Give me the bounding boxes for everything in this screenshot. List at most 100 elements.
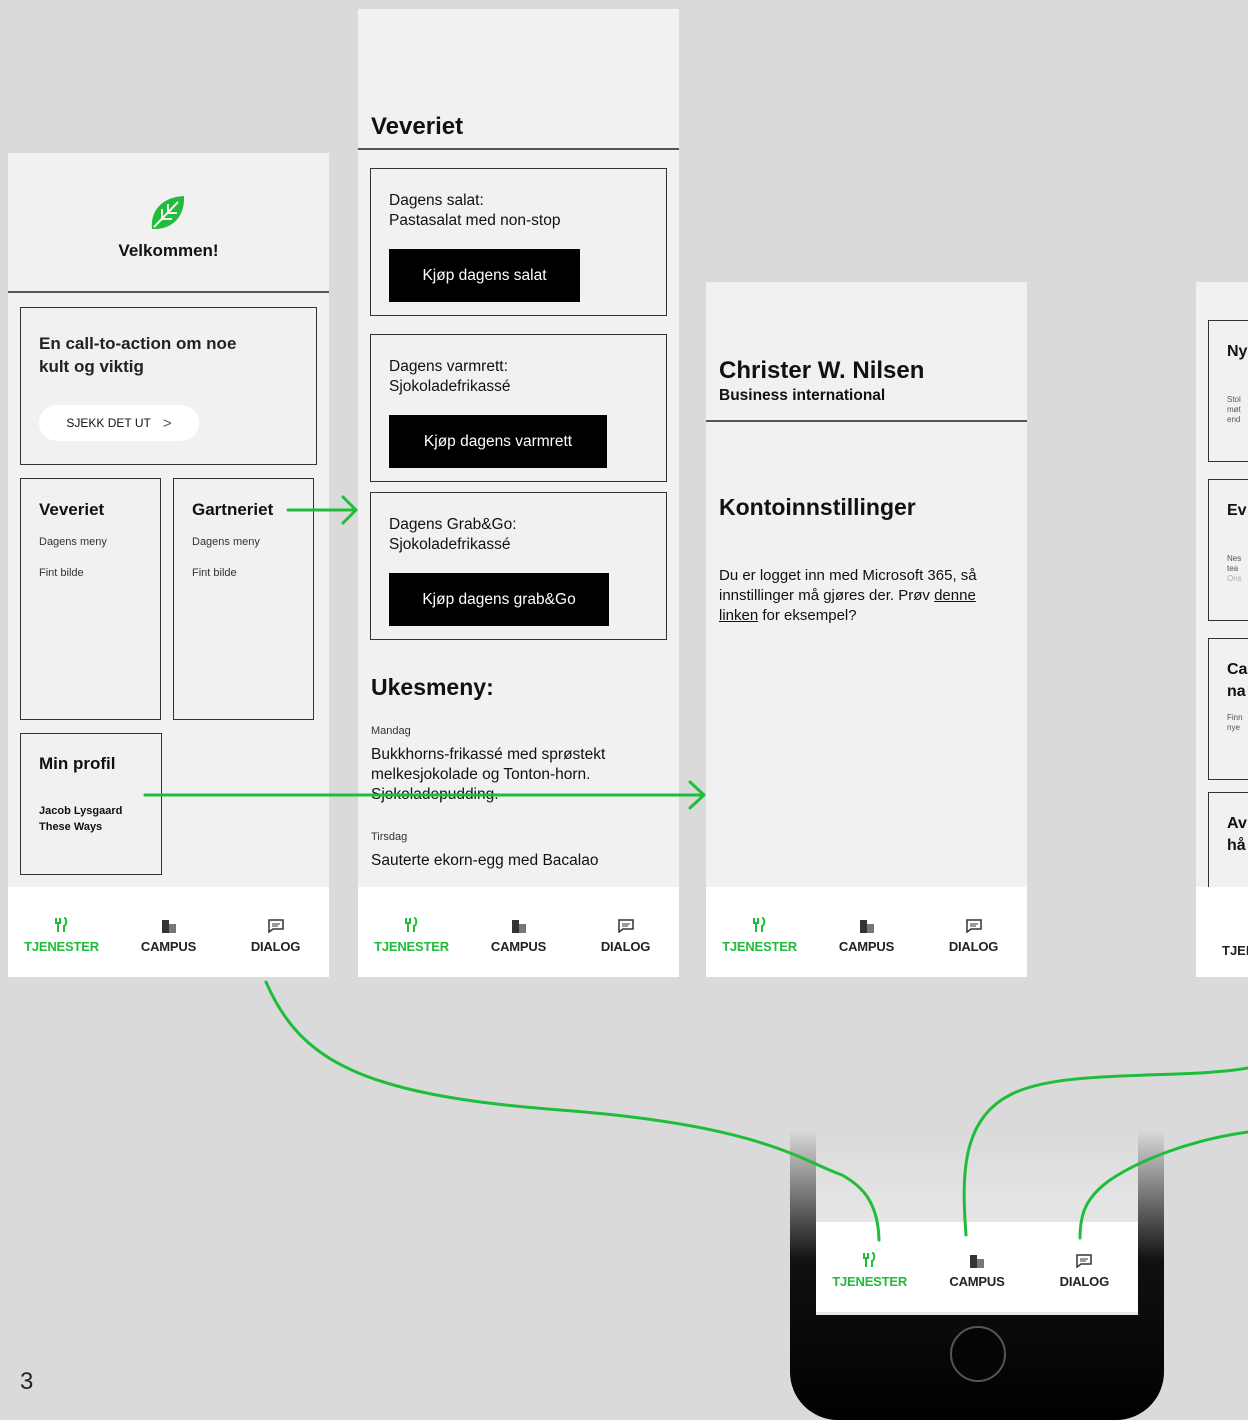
tab-tjenester[interactable]: TJENESTER [816,1222,923,1312]
tab-label: TJENESTER [832,1273,908,1289]
tab-campus[interactable]: CAMPUS [115,887,222,977]
profile-company: These Ways [39,821,103,833]
building-icon [969,1246,984,1268]
chat-icon [1076,1246,1093,1268]
profile-company: Business international [719,387,886,404]
tab-label: CAMPUS [949,1273,1005,1289]
tab-label: DIALOG [600,938,651,954]
chevron-right-icon: > [162,414,172,432]
card-body: Stol [1227,395,1241,404]
phone-mockup: TJENESTER CAMPUS DIALOG [790,1130,1164,1420]
tile-line: Dagens meny [39,536,107,548]
card-title: Ca [1227,661,1248,678]
cutlery-icon [54,911,69,933]
card-title: hå [1227,837,1246,854]
profile-screen: Christer W. Nilsen Business internationa… [706,282,1027,977]
profile-card[interactable]: Min profil Jacob Lysgaard These Ways [20,733,162,875]
leaf-logo [148,193,188,238]
info-text: Du er logget inn med Microsoft 365, så i… [719,566,1019,626]
leaf-icon [151,196,185,230]
tab-label: DIALOG [948,938,999,954]
card-body: tea [1227,564,1239,573]
card-body: nye [1227,723,1240,732]
card-title: na [1227,683,1246,700]
card-body: Ons [1227,574,1242,583]
tab-bar: TJENESTER CAMPUS DIALOG [8,887,329,977]
tab-bar: TJENESTER CAMPUS DIALOG [358,887,679,977]
page-number: 3 [20,1368,34,1395]
menu-line: Dagens Grab&Go: [389,516,517,533]
cta-text: En call-to-action om noe kult og viktig [39,334,237,376]
day-label: Mandag [371,725,411,737]
menu-line: Sjokoladefrikassé [389,378,511,395]
tile-line: Dagens meny [192,536,260,548]
tile-title: Gartneriet [192,500,274,519]
card-title: Ev [1227,502,1247,519]
cta-button[interactable]: SJEKK DET UT > [39,405,199,441]
tile-gartneriet[interactable]: Gartneriet Dagens meny Fint bilde [173,478,314,720]
building-icon [511,911,526,933]
chat-icon [965,911,982,933]
home-button[interactable] [950,1326,1006,1382]
week-menu-title: Ukesmeny: [371,674,494,700]
day-label: Tirsdag [371,831,408,843]
tab-dialog[interactable]: DIALOG [920,887,1027,977]
menu-card: Dagens varmrett: Sjokoladefrikassé Kjøp … [370,334,667,482]
settings-link-2[interactable]: linken [719,607,758,624]
tab-label: TJENESTER [24,938,99,954]
tab-campus[interactable]: CAMPUS [923,1222,1030,1312]
card-body: Nes [1227,554,1242,563]
dialog-card[interactable]: Ev Nes tea Ons [1208,479,1248,621]
buy-hot-dish-button[interactable]: Kjøp dagens varmrett [389,415,607,468]
tab-tjenester-partial[interactable]: TJEN [1222,943,1248,958]
buy-grab-go-button[interactable]: Kjøp dagens grab&Go [389,573,609,626]
section-title: Kontoinnstillinger [719,494,916,520]
tile-line: Fint bilde [39,567,84,579]
card-body: Finn [1227,713,1243,722]
phone-tab-bar: TJENESTER CAMPUS DIALOG [816,1222,1138,1312]
day-menu-line: Sjokoladepudding. [371,786,499,803]
tab-dialog[interactable]: DIALOG [572,887,679,977]
tab-label: CAMPUS [838,938,895,954]
menu-card: Dagens salat: Pastasalat med non-stop Kj… [370,168,667,316]
menu-line: Dagens salat: [389,192,484,209]
day-menu-line: Bukkhorns-frikassé med sprøstekt [371,746,606,763]
tab-tjenester[interactable]: TJENESTER [358,887,465,977]
tab-dialog[interactable]: DIALOG [1031,1222,1138,1312]
info-text-1: Du er logget inn med Microsoft 365, så [719,567,977,584]
card-body: end [1227,415,1241,424]
home-screen: Velkommen! En call-to-action om noe kult… [8,153,329,977]
card-body: møt [1227,405,1241,414]
dialog-screen: Ny Stol møt end Ev Nes tea Ons Ca na Fin… [1196,282,1248,977]
tab-label: DIALOG [250,938,301,954]
chat-icon [267,911,284,933]
tab-tjenester[interactable]: TJENESTER [8,887,115,977]
menu-line: Pastasalat med non-stop [389,212,561,229]
day-menu-line: Sauterte ekorn-egg med Bacalao [371,852,599,869]
tab-bar: TJEN [1196,887,1248,977]
dialog-card[interactable]: Ny Stol møt end [1208,320,1248,462]
profile-name: Jacob Lysgaard [39,805,123,817]
dialog-card[interactable]: Ca na Finn nye [1208,638,1248,780]
card-title: Ny [1227,343,1248,360]
tile-title: Veveriet [39,500,105,519]
menu-line: Sjokoladefrikassé [389,536,511,553]
tab-tjenester[interactable]: TJENESTER [706,887,813,977]
buy-salad-button[interactable]: Kjøp dagens salat [389,249,580,302]
building-icon [161,911,176,933]
tab-label: CAMPUS [490,938,547,954]
tab-campus[interactable]: CAMPUS [813,887,920,977]
tab-dialog[interactable]: DIALOG [222,887,329,977]
cta-button-label: SJEKK DET UT [66,416,151,430]
welcome-title: Velkommen! [118,241,219,260]
tile-veveriet[interactable]: Veveriet Dagens meny Fint bilde [20,478,161,720]
day-menu-line: melkesjokolade og Tonton-horn. [371,766,591,783]
cta-card[interactable]: En call-to-action om noe kult og viktig … [20,307,317,465]
cutlery-icon [404,911,419,933]
settings-link[interactable]: denne [934,587,976,604]
menu-card: Dagens Grab&Go: Sjokoladefrikassé Kjøp d… [370,492,667,640]
tab-label: TJENESTER [722,938,797,954]
card-title: Av [1227,815,1247,832]
menu-line: Dagens varmrett: [389,358,508,375]
tab-campus[interactable]: CAMPUS [465,887,572,977]
